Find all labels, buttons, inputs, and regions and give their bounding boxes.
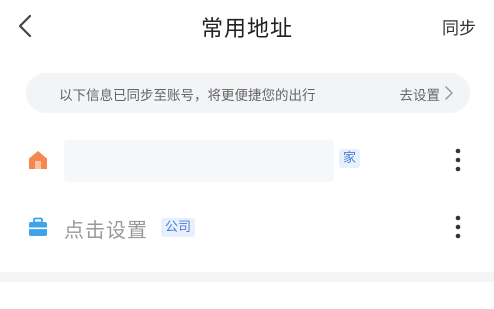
home-tag: 家	[339, 149, 361, 168]
company-tag: 公司	[161, 218, 196, 237]
home-icon	[29, 151, 47, 169]
header: 常用地址 同步	[0, 0, 494, 56]
sync-button[interactable]: 同步	[442, 14, 476, 39]
briefcase-icon	[29, 217, 47, 236]
more-vertical-icon[interactable]	[452, 147, 464, 173]
home-address-field[interactable]	[64, 140, 334, 182]
sync-banner-text: 以下信息已同步至账号，将更便捷您的出行	[59, 88, 316, 104]
company-address-placeholder[interactable]: 点击设置	[64, 214, 148, 243]
page-title: 常用地址	[200, 17, 293, 42]
common-addresses-page: 常用地址 同步 以下信息已同步至账号，将更便捷您的出行 去设置 家 点击设置 公…	[0, 0, 494, 309]
sync-banner: 以下信息已同步至账号，将更便捷您的出行 去设置	[26, 73, 470, 113]
go-settings-link[interactable]: 去设置	[400, 84, 441, 104]
address-row-home[interactable]: 家	[0, 136, 494, 186]
more-vertical-icon[interactable]	[452, 214, 464, 240]
chevron-right-icon	[445, 86, 453, 100]
section-divider	[0, 272, 494, 282]
address-row-company[interactable]: 点击设置 公司	[0, 203, 494, 253]
